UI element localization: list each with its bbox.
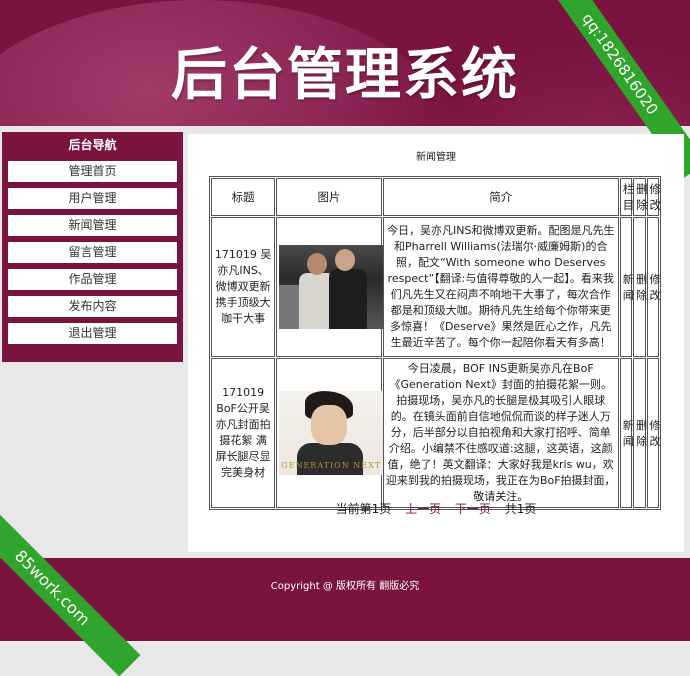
current-page: 当前第1页 (335, 502, 392, 516)
prev-page-link[interactable]: 上一页 (405, 502, 441, 516)
section-title: 新闻管理 (416, 152, 456, 163)
news-summary: 今日，吴亦凡INS和微博双更新。配图是凡先生和Pharrell Williams… (382, 217, 619, 357)
pagination: 当前第1页 上一页 下一页 共1页 (188, 500, 684, 517)
news-photo: GENERATION NEXT (279, 391, 384, 475)
edit-link[interactable]: 修改 (646, 358, 661, 508)
photo-caption: GENERATION NEXT (281, 461, 382, 470)
table-row: 171019 BoF公开吴亦凡封面拍摄花絮 满屏长腿尽显完美身材 GENERAT… (211, 358, 661, 508)
news-photo (279, 245, 384, 329)
table-row: 171019 吴亦凡INS、微博双更新携手顶级大咖干大事 今日，吴亦凡INS和微… (211, 217, 661, 357)
column-header-delete: 删除 (633, 178, 648, 216)
column-header-edit: 修改 (646, 178, 661, 216)
column-header-summary: 简介 (382, 178, 619, 216)
sidebar-item-home[interactable]: 管理首页 (8, 161, 177, 182)
delete-link[interactable]: 删除 (633, 358, 647, 508)
sidebar: 后台导航 管理首页 用户管理 新闻管理 留言管理 作品管理 发布内容 退出管理 (2, 132, 183, 362)
news-title: 171019 BoF公开吴亦凡封面拍摄花絮 满屏长腿尽显完美身材 (211, 358, 276, 508)
sidebar-item-users[interactable]: 用户管理 (8, 188, 177, 209)
sidebar-item-publish[interactable]: 发布内容 (8, 296, 177, 317)
table-header-row: 标题 图片 简介 栏目 删除 修改 (211, 178, 661, 216)
sidebar-item-works[interactable]: 作品管理 (8, 269, 177, 290)
column-header-category: 栏目 (619, 178, 634, 216)
copyright-text: Copyright @ 版权所有 翻版必究 (270, 581, 420, 592)
edit-link[interactable]: 修改 (646, 217, 661, 357)
column-header-image: 图片 (276, 178, 382, 216)
delete-link[interactable]: 删除 (633, 217, 647, 357)
main-panel: 新闻管理 标题 图片 简介 栏目 删除 修改 171019 吴亦凡INS、微博双… (188, 134, 684, 552)
sidebar-title: 后台导航 (68, 138, 117, 152)
news-category: 新闻 (619, 217, 634, 357)
news-image-cell (276, 217, 384, 357)
page-title: 后台管理系统 (171, 43, 519, 108)
total-pages: 共1页 (504, 502, 537, 516)
news-summary: 今日凌晨，BOF INS更新吴亦凡在BoF《Generation Next》封面… (382, 358, 619, 508)
sidebar-item-news[interactable]: 新闻管理 (8, 215, 177, 236)
news-title: 171019 吴亦凡INS、微博双更新携手顶级大咖干大事 (211, 217, 276, 357)
column-header-title: 标题 (211, 178, 276, 216)
news-table: 标题 图片 简介 栏目 删除 修改 171019 吴亦凡INS、微博双更新携手顶… (209, 176, 661, 510)
sidebar-item-messages[interactable]: 留言管理 (8, 242, 177, 263)
sidebar-item-logout[interactable]: 退出管理 (8, 323, 177, 344)
news-category: 新闻 (619, 358, 634, 508)
next-page-link[interactable]: 下一页 (455, 502, 491, 516)
news-image-cell: GENERATION NEXT (276, 358, 384, 508)
